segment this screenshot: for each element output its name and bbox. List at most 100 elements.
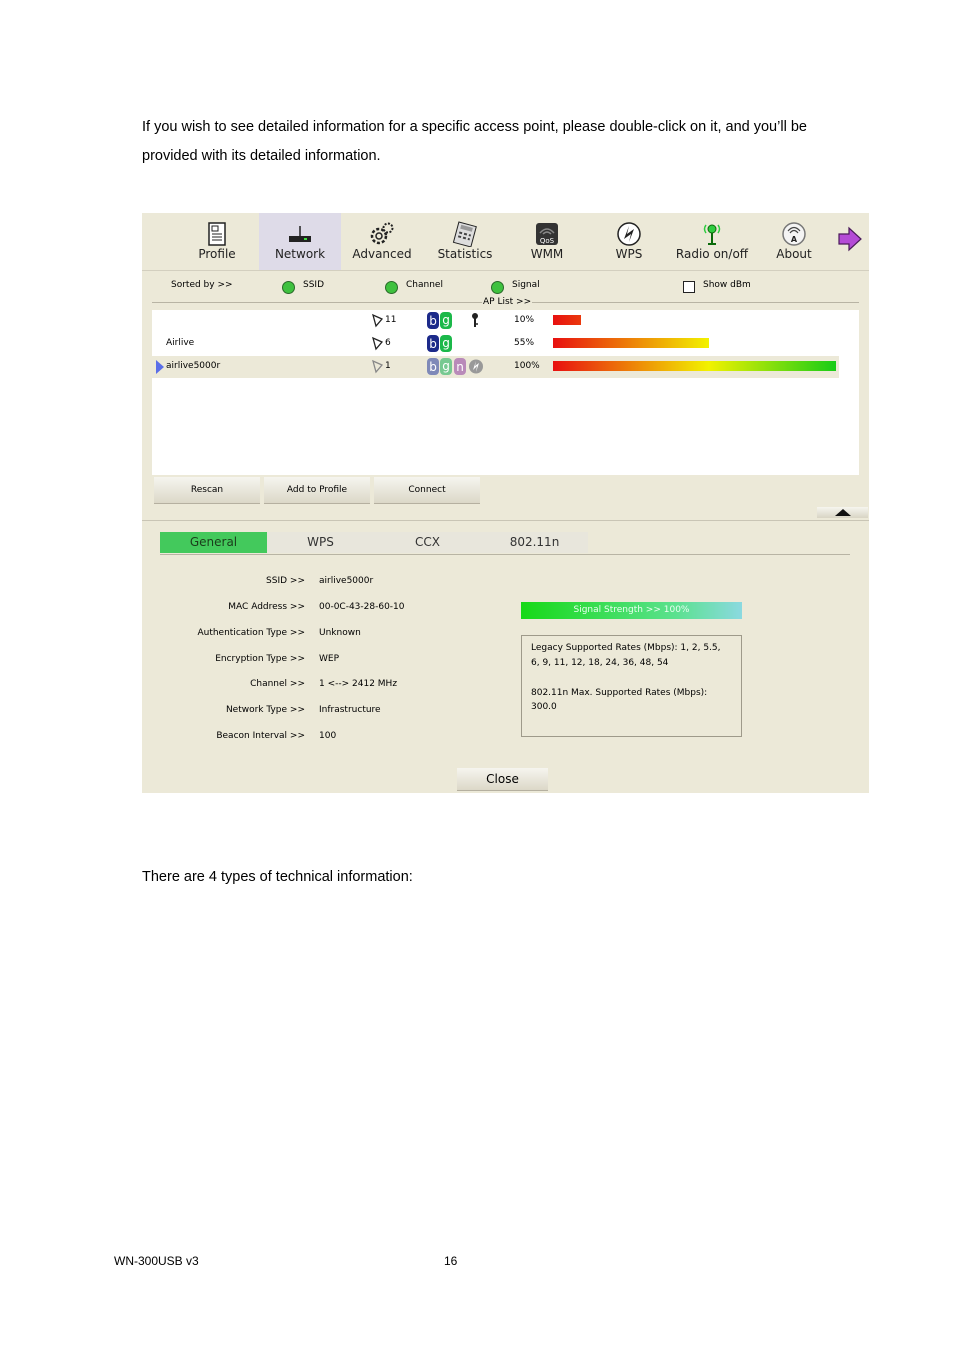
summary-paragraph: There are 4 types of technical informati… bbox=[142, 869, 413, 885]
connect-button[interactable]: Connect bbox=[374, 477, 480, 504]
ap-list-rule-right bbox=[532, 302, 859, 303]
mode-bg-icon: b g bbox=[427, 312, 452, 329]
toolbar-about-label: About bbox=[776, 247, 812, 261]
tab-ccx[interactable]: CCX bbox=[374, 532, 481, 553]
next-arrow-icon[interactable] bbox=[837, 226, 863, 252]
toolbar-advanced-label: Advanced bbox=[352, 247, 412, 261]
ap-signal-text: 100% bbox=[514, 361, 540, 371]
toolbar-about[interactable]: A About bbox=[753, 213, 835, 270]
mode-bgn-icon: b g n bbox=[427, 358, 466, 375]
ap-ssid: airlive5000r bbox=[166, 361, 221, 371]
sort-channel-label: Channel bbox=[406, 280, 443, 290]
rescan-button[interactable]: Rescan bbox=[154, 477, 260, 504]
ap-signal-text: 55% bbox=[514, 338, 535, 348]
tabs-underline bbox=[160, 554, 850, 555]
collapse-up-icon bbox=[835, 509, 851, 516]
profile-icon bbox=[208, 222, 226, 246]
toolbar-wps-label: WPS bbox=[615, 247, 643, 261]
ap-row-selected[interactable]: airlive5000r 1 b g n 100% bbox=[152, 356, 839, 378]
sorted-by-label: Sorted by >> bbox=[171, 280, 233, 290]
utility-window: Profile Network Advanced Statistics QoS … bbox=[142, 213, 869, 793]
ap-signal-bar bbox=[553, 361, 836, 371]
toolbar-network[interactable]: Network bbox=[259, 213, 341, 270]
add-to-profile-button[interactable]: Add to Profile bbox=[264, 477, 370, 504]
ap-ssid: Airlive bbox=[166, 338, 195, 348]
svg-text:g: g bbox=[442, 359, 450, 373]
ap-list[interactable]: 11 b g 10% Airlive 6 b g 55% airlive5000… bbox=[152, 310, 859, 475]
toolbar-advanced[interactable]: Advanced bbox=[341, 213, 423, 270]
detail-mac-value: 00-0C-43-28-60-10 bbox=[319, 602, 405, 612]
toolbar-statistics-label: Statistics bbox=[437, 247, 493, 261]
section-divider bbox=[142, 520, 869, 521]
show-dbm-checkbox[interactable] bbox=[683, 281, 695, 293]
sort-signal-label: Signal bbox=[512, 280, 540, 290]
toolbar-wps[interactable]: WPS bbox=[588, 213, 670, 270]
detail-channel-label: Channel >> bbox=[250, 679, 305, 689]
svg-text:QoS: QoS bbox=[540, 237, 555, 245]
sort-ssid-radio[interactable] bbox=[282, 281, 295, 294]
toolbar-profile[interactable]: Profile bbox=[176, 213, 258, 270]
network-router-icon bbox=[289, 226, 311, 242]
sort-signal-radio[interactable] bbox=[491, 281, 504, 294]
footer-model: WN-300USB v3 bbox=[114, 1254, 199, 1268]
channel-icon bbox=[372, 359, 384, 374]
signal-strength-bar: Signal Strength >> 100% bbox=[521, 602, 742, 619]
svg-text:g: g bbox=[442, 313, 450, 327]
ap-row[interactable]: 11 b g 10% bbox=[152, 310, 839, 332]
antenna-icon bbox=[703, 224, 721, 245]
qos-icon: QoS bbox=[536, 223, 558, 245]
ap-signal-text: 10% bbox=[514, 315, 535, 325]
footer-page-number: 16 bbox=[444, 1254, 458, 1268]
svg-text:g: g bbox=[442, 336, 450, 350]
detail-beacon-value: 100 bbox=[319, 731, 337, 741]
detail-auth-value: Unknown bbox=[319, 628, 361, 638]
supported-rates-box: Legacy Supported Rates (Mbps): 1, 2, 5.5… bbox=[521, 635, 742, 737]
svg-text:n: n bbox=[456, 360, 464, 374]
ap-signal-bar bbox=[553, 315, 581, 325]
gears-icon bbox=[370, 222, 394, 245]
toolbar-wmm-label: WMM bbox=[530, 247, 564, 261]
detail-mac-label: MAC Address >> bbox=[228, 602, 305, 612]
toolbar-divider bbox=[142, 270, 869, 271]
about-icon: A bbox=[782, 222, 806, 246]
sort-ssid-label: SSID bbox=[303, 280, 325, 290]
toolbar-radio-onoff-label: Radio on/off bbox=[675, 247, 749, 261]
toolbar: Profile Network Advanced Statistics QoS … bbox=[142, 213, 869, 270]
close-button[interactable]: Close bbox=[457, 768, 548, 791]
detail-ssid-label: SSID >> bbox=[266, 576, 305, 586]
collapse-button[interactable] bbox=[817, 507, 868, 518]
ap-signal-bar bbox=[553, 338, 709, 348]
sort-channel-radio[interactable] bbox=[385, 281, 398, 294]
tab-wps[interactable]: WPS bbox=[267, 532, 374, 553]
wps-small-icon bbox=[469, 359, 483, 374]
detail-network-type-value: Infrastructure bbox=[319, 705, 381, 715]
ap-channel: 6 bbox=[385, 338, 391, 348]
detail-network-type-label: Network Type >> bbox=[225, 705, 305, 715]
legacy-rates-line2: 6, 9, 11, 12, 18, 24, 36, 48, 54 bbox=[531, 658, 669, 668]
svg-text:b: b bbox=[429, 337, 437, 351]
toolbar-statistics[interactable]: Statistics bbox=[424, 213, 506, 270]
svg-text:A: A bbox=[791, 235, 798, 244]
detail-beacon-label: Beacon Interval >> bbox=[216, 731, 305, 741]
mode-bg-icon: b g bbox=[427, 335, 452, 352]
key-lock-icon bbox=[472, 313, 478, 327]
toolbar-profile-label: Profile bbox=[198, 247, 236, 261]
tab-general[interactable]: General bbox=[160, 532, 267, 553]
toolbar-network-label: Network bbox=[274, 247, 326, 261]
toolbar-wmm[interactable]: QoS WMM bbox=[506, 213, 588, 270]
intro-paragraph: If you wish to see detailed information … bbox=[142, 119, 807, 164]
ht-rates-line1: 802.11n Max. Supported Rates (Mbps): bbox=[531, 688, 708, 698]
ap-list-label: AP List >> bbox=[483, 297, 532, 307]
legacy-rates-line1: Legacy Supported Rates (Mbps): 1, 2, 5.5… bbox=[531, 643, 721, 653]
row-selected-arrow-icon bbox=[156, 360, 164, 374]
ap-row[interactable]: Airlive 6 b g 55% bbox=[152, 333, 839, 355]
toolbar-radio-onoff[interactable]: Radio on/off bbox=[671, 213, 753, 270]
show-dbm-label: Show dBm bbox=[703, 280, 751, 290]
ht-rates-line2: 300.0 bbox=[531, 702, 557, 712]
detail-channel-value: 1 <--> 2412 MHz bbox=[319, 679, 398, 689]
svg-text:b: b bbox=[429, 314, 437, 328]
tab-80211n[interactable]: 802.11n bbox=[481, 532, 588, 553]
detail-auth-label: Authentication Type >> bbox=[197, 628, 305, 638]
channel-icon bbox=[372, 313, 384, 328]
ap-list-rule-left bbox=[152, 302, 482, 303]
